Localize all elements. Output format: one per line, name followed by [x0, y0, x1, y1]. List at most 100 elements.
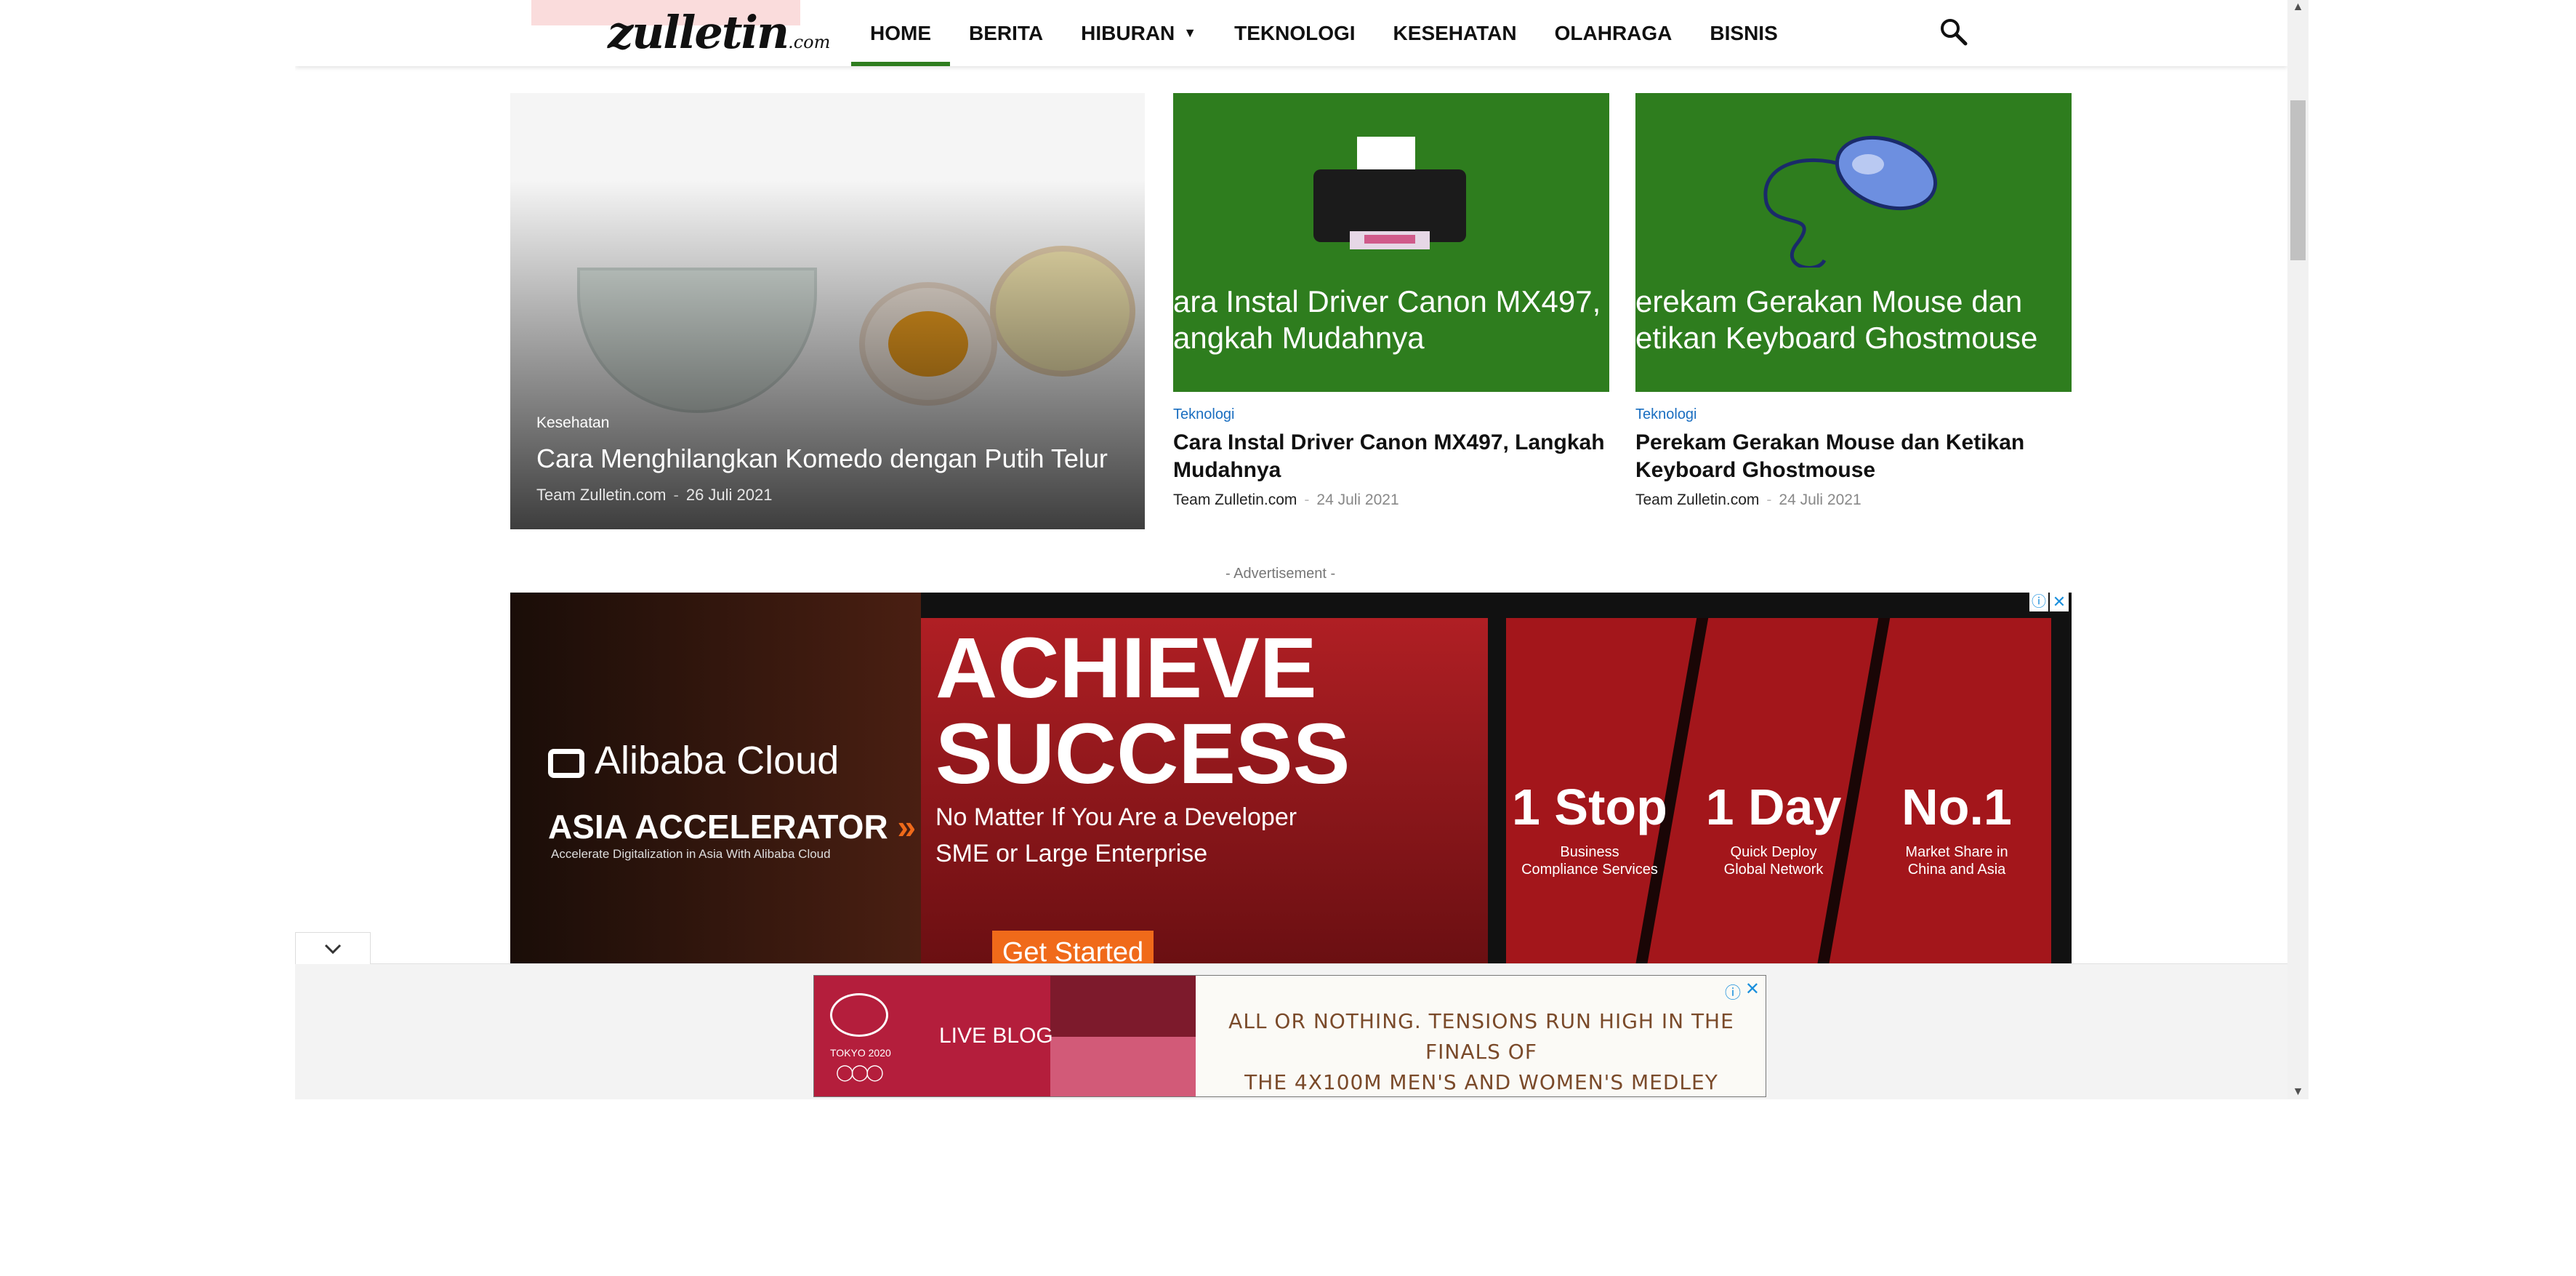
- ad-headline-line: SUCCESS: [935, 706, 1351, 802]
- featured-author[interactable]: Team Zulletin.com: [536, 486, 667, 504]
- ad-program-sub: Accelerate Digitalization in Asia With A…: [551, 847, 831, 861]
- ad-close-icon[interactable]: ✕: [1745, 979, 1760, 1000]
- nav-hiburan-label: HIBURAN: [1081, 21, 1175, 44]
- sticky-advertisement[interactable]: TOKYO 2020 ◯◯◯ LIVE BLOG ALL OR NOTHING.…: [813, 975, 1766, 1097]
- card-date: 24 Juli 2021: [1779, 491, 1861, 508]
- tokyo-2020-emblem-icon: [830, 993, 888, 1037]
- nav-berita-label: BERITA: [969, 21, 1044, 44]
- thumbnail-text-line: erekam Gerakan Mouse dan: [1635, 284, 2023, 318]
- nav-home[interactable]: HOME: [851, 0, 950, 66]
- featured-article[interactable]: Kesehatan Cara Menghilangkan Komedo deng…: [510, 93, 1145, 529]
- ad-headline: ACHIEVE SUCCESS: [935, 625, 1350, 797]
- double-arrow-icon: »: [897, 808, 917, 846]
- sticky-ad-headline-line: ALL OR NOTHING. TENSIONS RUN HIGH IN THE…: [1228, 1009, 1734, 1064]
- nav-bisnis[interactable]: BISNIS: [1691, 0, 1796, 66]
- ad-get-started-button[interactable]: Get Started: [992, 931, 1154, 966]
- ad-stat-caption-line: Global Network: [1723, 862, 1824, 878]
- search-icon[interactable]: [1938, 16, 1970, 48]
- ad-info-icon[interactable]: ⓘ: [2029, 593, 2048, 611]
- featured-meta: Team Zulletin.com -26 Juli 2021: [536, 486, 773, 505]
- meta-separator: -: [1304, 491, 1310, 508]
- ad-program-text: ASIA ACCELERATOR: [548, 808, 888, 846]
- nav-kesehatan-label: KESEHATAN: [1393, 21, 1517, 44]
- card-title[interactable]: Perekam Gerakan Mouse dan Ketikan Keyboa…: [1635, 429, 2072, 484]
- featured-title[interactable]: Cara Menghilangkan Komedo dengan Putih T…: [536, 444, 1118, 474]
- ad-stats-panel: 1 Stop Business Compliance Services 1 Day…: [1506, 618, 2051, 966]
- meta-separator: -: [673, 486, 679, 504]
- ad-stat: No.1 Market Share in China and Asia: [1869, 778, 2044, 878]
- ad-info-icon[interactable]: ⓘ: [1725, 980, 1741, 1003]
- chevron-down-icon: ▼: [1183, 25, 1197, 40]
- ad-brand-text: Alibaba Cloud: [595, 739, 840, 782]
- article-thumbnail[interactable]: ara Instal Driver Canon MX497, angkah Mu…: [1173, 93, 1609, 392]
- ad-stat-caption-line: China and Asia: [1907, 862, 2006, 878]
- ad-stat: 1 Stop Business Compliance Services: [1506, 778, 1673, 878]
- ad-headline-panel: ACHIEVE SUCCESS No Matter If You Are a D…: [921, 618, 1488, 966]
- ad-stat-caption-line: Compliance Services: [1521, 862, 1658, 878]
- meta-separator: -: [1766, 491, 1772, 508]
- ad-stat-caption: Market Share in China and Asia: [1869, 843, 2044, 878]
- ad-tagline: SME or Large Enterprise: [935, 840, 1208, 867]
- card-category[interactable]: Teknologi: [1173, 406, 1609, 423]
- event-label: TOKYO 2020: [830, 1047, 891, 1059]
- nav-bisnis-label: BISNIS: [1710, 21, 1778, 44]
- nav-home-label: HOME: [870, 21, 931, 44]
- nav-hiburan[interactable]: HIBURAN ▼: [1062, 0, 1215, 66]
- vertical-scrollbar[interactable]: ▲ ▼: [2287, 0, 2309, 1099]
- sticky-ad-headline: ALL OR NOTHING. TENSIONS RUN HIGH IN THE…: [1212, 1006, 1750, 1096]
- featured-category[interactable]: Kesehatan: [536, 414, 609, 432]
- article-card[interactable]: erekam Gerakan Mouse dan etikan Keyboard…: [1635, 93, 2072, 509]
- ad-brand-panel: Alibaba Cloud ASIA ACCELERATOR » Acceler…: [510, 593, 921, 966]
- ad-color-block: [1050, 1037, 1196, 1096]
- printer-image: [1313, 137, 1466, 249]
- ad-headline-line: ACHIEVE: [935, 620, 1317, 716]
- sticky-ad-media: TOKYO 2020 ◯◯◯ LIVE BLOG: [814, 976, 1196, 1096]
- banner-advertisement[interactable]: Alibaba Cloud ASIA ACCELERATOR » Acceler…: [510, 593, 2072, 966]
- nav-kesehatan[interactable]: KESEHATAN: [1374, 0, 1536, 66]
- ad-stat: 1 Day Quick Deploy Global Network: [1686, 778, 1861, 878]
- cloud-logo-icon: [548, 748, 584, 778]
- page-viewport: zulletin.com HOME BERITA HIBURAN ▼ TEKNOL…: [295, 0, 2287, 1099]
- card-category[interactable]: Teknologi: [1635, 406, 2072, 423]
- ad-stat-value: 1 Day: [1705, 779, 1842, 835]
- ad-close-icon[interactable]: ✕: [2050, 593, 2069, 611]
- ad-tagline: No Matter If You Are a Developer: [935, 803, 1297, 831]
- nav-olahraga[interactable]: OLAHRAGA: [1536, 0, 1691, 66]
- live-blog-label: LIVE BLOG: [939, 1024, 1053, 1048]
- article-card[interactable]: ara Instal Driver Canon MX497, angkah Mu…: [1173, 93, 1609, 509]
- article-thumbnail[interactable]: erekam Gerakan Mouse dan etikan Keyboard…: [1635, 93, 2072, 392]
- thumbnail-overlay-text: erekam Gerakan Mouse dan etikan Keyboard…: [1635, 284, 2037, 356]
- card-meta: Team Zulletin.com -24 Juli 2021: [1173, 491, 1609, 509]
- olympic-rings-icon: ◯◯◯: [836, 1063, 884, 1081]
- chevron-down-icon: [324, 944, 342, 954]
- card-author[interactable]: Team Zulletin.com: [1173, 491, 1297, 508]
- ad-stat-caption-line: Market Share in: [1905, 844, 2008, 860]
- thumbnail-overlay-text: ara Instal Driver Canon MX497, angkah Mu…: [1173, 284, 1601, 356]
- scroll-down-arrow-icon[interactable]: ▼: [2287, 1085, 2309, 1099]
- image-gradient: [510, 180, 1145, 529]
- scrollbar-thumb[interactable]: [2290, 100, 2306, 260]
- alibaba-cloud-logo: Alibaba Cloud: [548, 738, 839, 783]
- nav-olahraga-label: OLAHRAGA: [1554, 21, 1673, 44]
- logo-suffix: .com: [788, 32, 831, 52]
- card-title[interactable]: Cara Instal Driver Canon MX497, Langkah …: [1173, 429, 1609, 484]
- nav-berita[interactable]: BERITA: [950, 0, 1062, 66]
- thumbnail-text-line: etikan Keyboard Ghostmouse: [1635, 321, 2038, 355]
- thumbnail-text-line: ara Instal Driver Canon MX497,: [1173, 284, 1601, 318]
- site-header: zulletin.com HOME BERITA HIBURAN ▼ TEKNOL…: [295, 0, 2287, 66]
- thumbnail-text-line: angkah Mudahnya: [1173, 321, 1425, 355]
- card-author[interactable]: Team Zulletin.com: [1635, 491, 1759, 508]
- site-logo[interactable]: zulletin.com: [608, 6, 830, 59]
- collapse-ad-button[interactable]: [295, 932, 371, 964]
- sticky-ad-tray: TOKYO 2020 ◯◯◯ LIVE BLOG ALL OR NOTHING.…: [295, 932, 2287, 1099]
- ad-stat-caption: Quick Deploy Global Network: [1686, 843, 1861, 878]
- logo-text: zulletin: [608, 6, 789, 59]
- ad-stat-caption-line: Quick Deploy: [1730, 844, 1817, 860]
- scroll-up-arrow-icon[interactable]: ▲: [2287, 0, 2309, 15]
- nav-teknologi[interactable]: TEKNOLOGI: [1215, 0, 1374, 66]
- ad-program: ASIA ACCELERATOR »: [548, 807, 916, 846]
- ad-stat-value: No.1: [1901, 779, 2012, 835]
- featured-date: 26 Juli 2021: [685, 486, 773, 504]
- ad-stat-caption: Business Compliance Services: [1506, 843, 1673, 878]
- sticky-ad-headline-line: THE 4X100M MEN'S AND WOMEN'S MEDLEY RELA…: [1244, 1070, 1718, 1094]
